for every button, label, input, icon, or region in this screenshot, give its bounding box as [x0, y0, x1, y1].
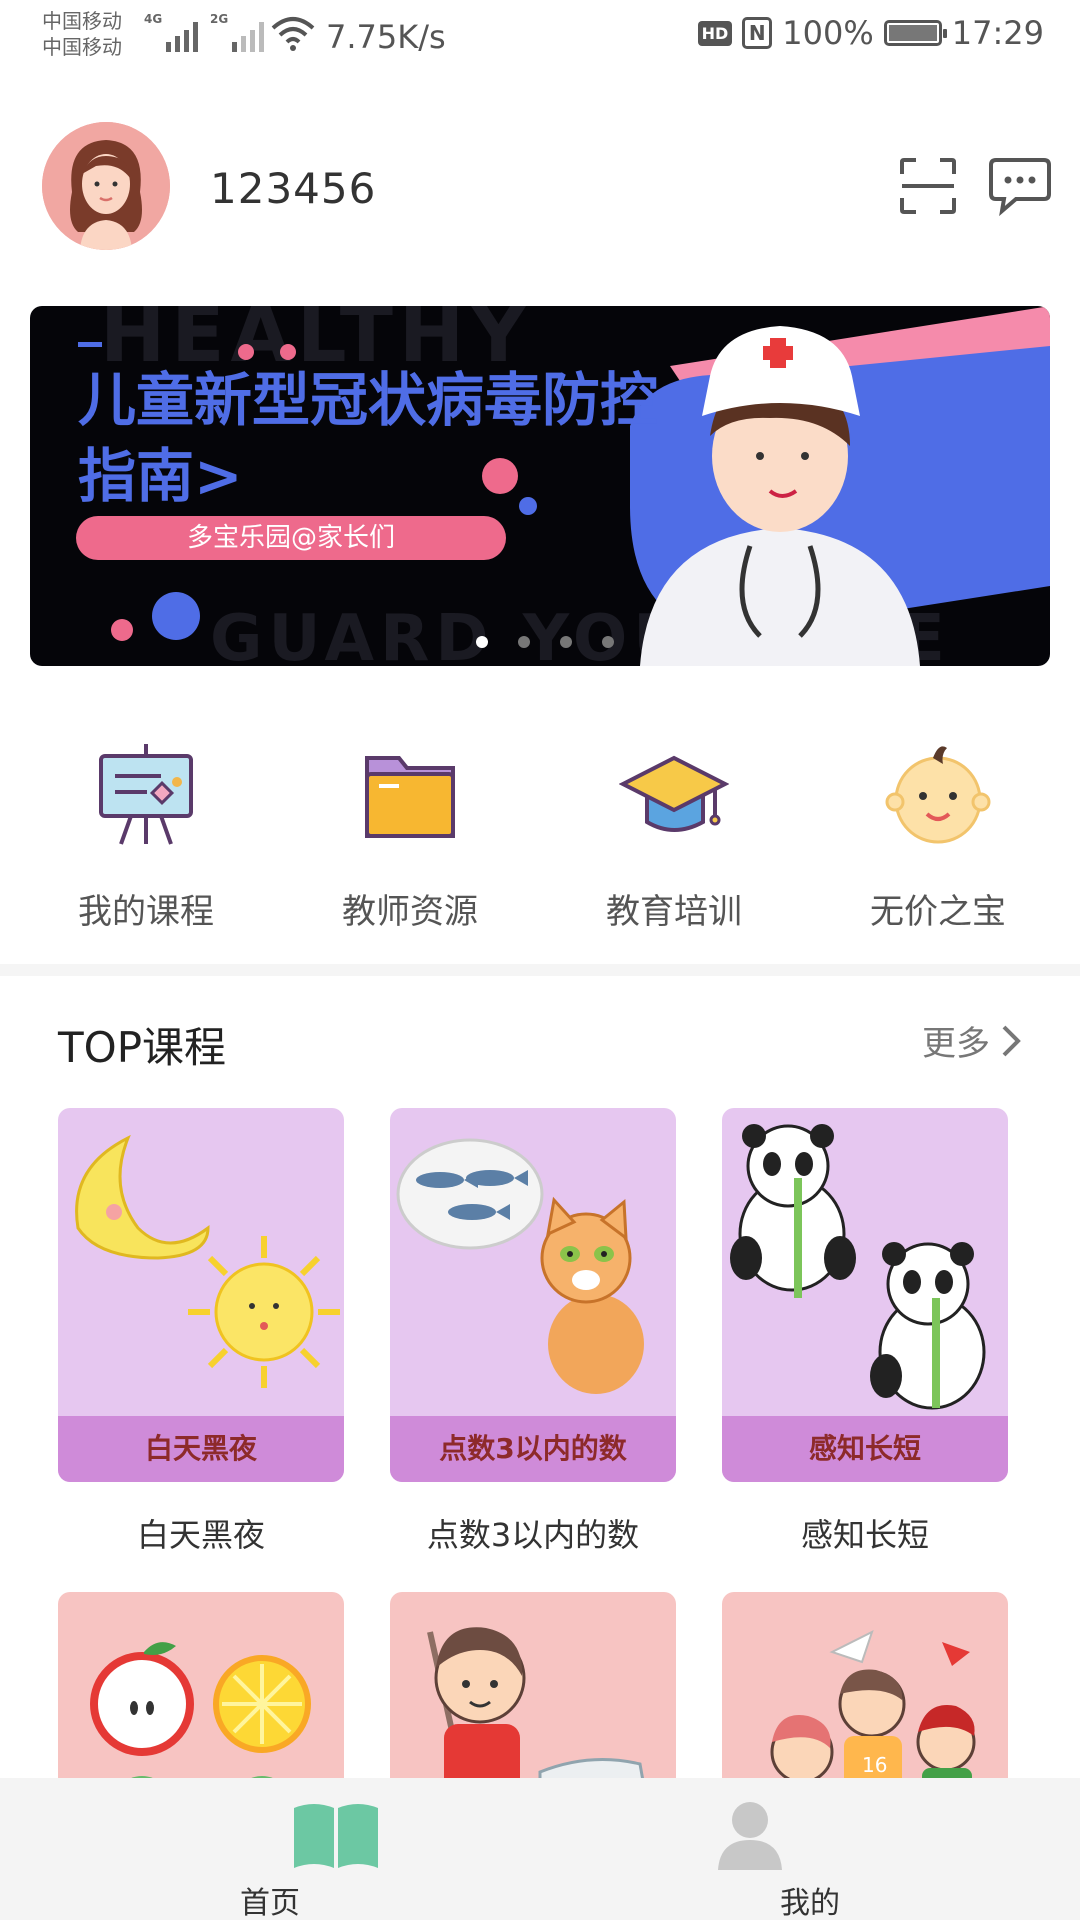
more-link[interactable]: 更多: [922, 1016, 1022, 1065]
presentation-board-icon: [99, 744, 193, 845]
banner-tag: 多宝乐园@家长们: [76, 516, 506, 560]
baby-face-icon: [885, 746, 991, 844]
promo-banner[interactable]: HEALTHY GUARD YOUR LIFE 儿童新型冠状病毒防控指南> 多宝…: [30, 306, 1050, 666]
pagination-dot[interactable]: [560, 636, 572, 648]
book-icon: [294, 1804, 378, 1868]
nfc-icon: N: [742, 17, 773, 49]
course-name: 感知长短: [800, 1516, 929, 1554]
bottom-nav: 首页 我的: [0, 1778, 1080, 1920]
menu-teacher-resources[interactable]: 教师资源: [278, 740, 542, 960]
course-name: 点数3以内的数: [426, 1516, 640, 1554]
menu-label: 教师资源: [342, 892, 478, 932]
network-speed: 7.75K/s: [326, 18, 446, 56]
username: 123456: [210, 164, 377, 213]
cat-fish-illustration: [396, 1138, 644, 1394]
nav-mine[interactable]: 我的: [540, 1778, 1080, 1920]
carrier-2: 中国移动: [42, 35, 122, 59]
course-thumbnail: 点数3以内的数: [390, 1108, 676, 1482]
course-thumbnail: 感知长短: [722, 1108, 1008, 1482]
course-card[interactable]: 感知长短 感知长短: [722, 1108, 1008, 1556]
status-bar: 中国移动 中国移动 4G 2G 7.75K/s HD N 100% 17:29: [0, 0, 1080, 76]
clock: 17:29: [951, 14, 1044, 52]
moon-sun-illustration: [75, 1134, 340, 1388]
pagination-dot[interactable]: [602, 636, 614, 648]
scan-icon[interactable]: [898, 156, 958, 216]
menu-label: 无价之宝: [870, 892, 1006, 932]
user-avatar-icon: [42, 122, 170, 250]
banner-title: 儿童新型冠状病毒防控指南>: [78, 366, 659, 510]
quick-menu: 我的课程 教师资源 教育培训 无价之宝: [0, 740, 1080, 960]
status-right: HD N 100% 17:29: [697, 14, 1044, 52]
carrier-labels: 中国移动 中国移动: [42, 8, 122, 60]
pandas-illustration: [730, 1124, 986, 1410]
graduation-cap-icon: [618, 755, 730, 832]
signal-2g-icon: 2G: [210, 12, 266, 52]
menu-label: 教育培训: [606, 892, 742, 932]
course-strip-label: 点数3以内的数: [390, 1416, 676, 1482]
folder-icon: [365, 756, 455, 838]
course-card[interactable]: 白天黑夜 白天黑夜: [58, 1108, 344, 1556]
more-label: 更多: [922, 1024, 990, 1064]
menu-label: 我的课程: [78, 892, 214, 932]
svg-text:16: 16: [862, 1753, 887, 1777]
hd-badge: HD: [697, 20, 733, 46]
battery-percent: 100%: [782, 14, 874, 52]
top-courses-title: TOP课程: [58, 1023, 227, 1072]
person-icon: [718, 1802, 782, 1870]
section-divider: [0, 964, 1080, 976]
carrier-1: 中国移动: [42, 9, 122, 33]
menu-education-training[interactable]: 教育培训: [542, 740, 806, 960]
nav-mine-label: 我的: [780, 1886, 840, 1920]
course-strip-label: 感知长短: [722, 1416, 1008, 1482]
course-card[interactable]: 点数3以内的数 点数3以内的数: [390, 1108, 676, 1556]
nav-home[interactable]: 首页: [0, 1778, 540, 1920]
message-icon[interactable]: [988, 156, 1052, 216]
battery-icon: [883, 20, 947, 46]
course-thumbnail: 白天黑夜: [58, 1108, 344, 1482]
menu-my-courses[interactable]: 我的课程: [14, 740, 278, 960]
wifi-icon: [271, 17, 315, 51]
pagination-dot[interactable]: [518, 636, 530, 648]
nav-home-label: 首页: [240, 1886, 300, 1920]
pagination-dot-active[interactable]: [476, 636, 488, 648]
course-name: 白天黑夜: [136, 1516, 265, 1554]
avatar[interactable]: [42, 122, 170, 250]
menu-priceless-treasure[interactable]: 无价之宝: [806, 740, 1070, 960]
chevron-right-icon: [1002, 1025, 1021, 1056]
course-strip-label: 白天黑夜: [58, 1416, 344, 1482]
banner-pagination: [30, 636, 1050, 648]
signal-4g-icon: 4G: [144, 12, 200, 52]
